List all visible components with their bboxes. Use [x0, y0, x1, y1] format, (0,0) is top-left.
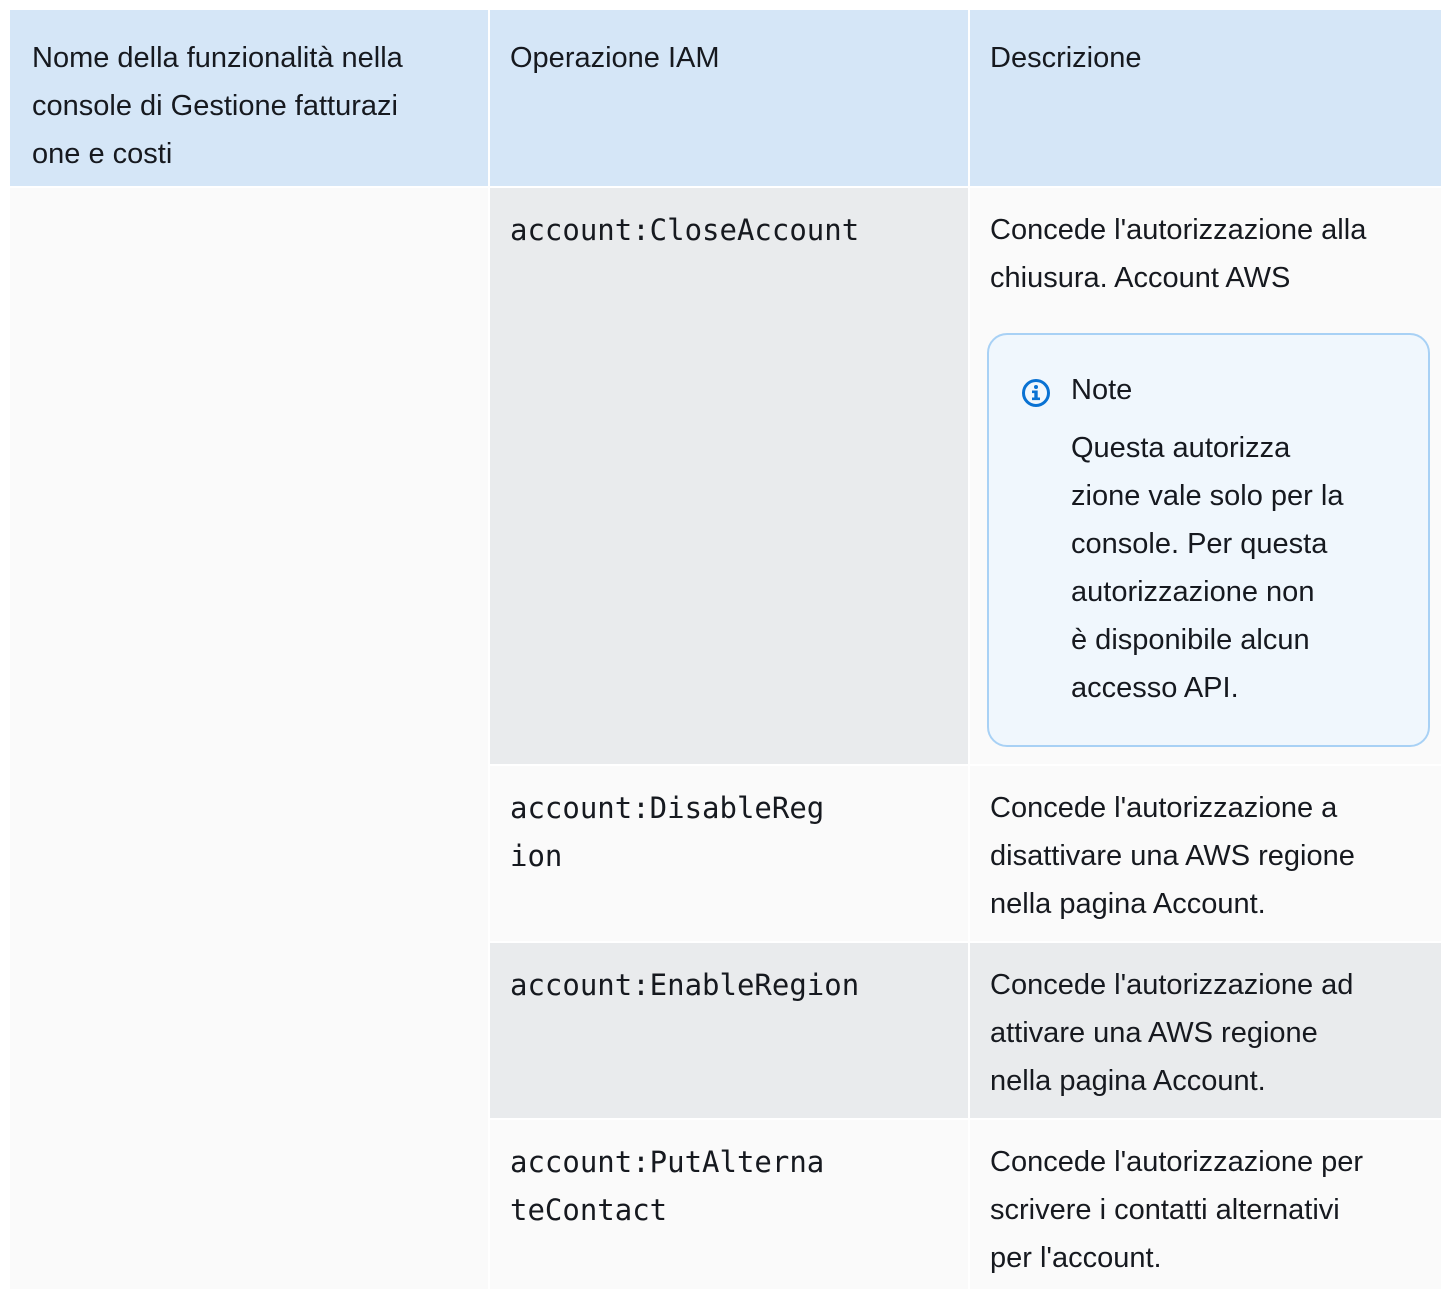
operation-text: account:DisableReg	[510, 791, 825, 825]
table-row-description: Concede l'autorizzazione a disattivare u…	[970, 766, 1441, 941]
table-row-description: Concede l'autorizzazione ad attivare una…	[970, 943, 1441, 1118]
header-feature-name-line: console di Gestione fatturazi	[32, 90, 398, 122]
description-text: Concede l'autorizzazione per	[990, 1146, 1364, 1178]
note-box: Note Questa autorizza zione vale solo pe…	[987, 333, 1430, 747]
note-text: autorizzazione non	[1071, 576, 1315, 608]
table-row-operation: account:DisableReg ion	[490, 766, 968, 941]
operation-text: teContact	[510, 1193, 668, 1227]
description-text: per l'account.	[990, 1242, 1162, 1274]
description-text: Concede l'autorizzazione alla	[990, 214, 1367, 246]
table-row-description: Concede l'autorizzazione per scrivere i …	[970, 1120, 1441, 1289]
note-text: Questa autorizza	[1071, 432, 1291, 464]
note-title: Note	[1071, 374, 1133, 406]
operation-text: account:CloseAccount	[510, 213, 860, 247]
note-body: Questa autorizza zione vale solo per la …	[1071, 424, 1391, 712]
operation-text: account:PutAlterna	[510, 1145, 825, 1179]
header-iam-operation-label: Operazione IAM	[510, 42, 720, 74]
header-iam-operation: Operazione IAM	[490, 10, 968, 186]
description-text: attivare una AWS regione	[990, 1017, 1318, 1049]
operation-text: account:EnableRegion	[510, 968, 860, 1002]
note-text: zione vale solo per la	[1071, 480, 1344, 512]
description-text: Concede l'autorizzazione ad	[990, 969, 1354, 1001]
table-row-operation: account:PutAlterna teContact	[490, 1120, 968, 1289]
description-text: scrivere i contatti alternativi	[990, 1194, 1340, 1226]
table-row-operation: account:CloseAccount	[490, 188, 968, 764]
header-description-label: Descrizione	[990, 42, 1142, 74]
note-text: console. Per questa	[1071, 528, 1328, 560]
permissions-table: Nome della funzionalità nella console di…	[0, 0, 1441, 1289]
description-text: disattivare una AWS regione	[990, 840, 1355, 872]
description-text: nella pagina Account.	[990, 1065, 1266, 1097]
table-row-operation: account:EnableRegion	[490, 943, 968, 1118]
note-text: accesso API.	[1071, 672, 1239, 704]
header-feature-name-line: Nome della funzionalità nella	[32, 42, 403, 74]
description-text: Concede l'autorizzazione a	[990, 792, 1338, 824]
header-feature-name-line: one e costi	[32, 138, 173, 170]
description-text: chiusura. Account AWS	[990, 262, 1291, 294]
note-text: è disponibile alcun	[1071, 624, 1310, 656]
feature-name-cell	[10, 188, 488, 1289]
header-feature-name: Nome della funzionalità nella console di…	[10, 10, 488, 186]
info-icon	[1022, 379, 1050, 407]
header-description: Descrizione	[970, 10, 1441, 186]
operation-text: ion	[510, 839, 563, 873]
description-text: nella pagina Account.	[990, 888, 1266, 920]
